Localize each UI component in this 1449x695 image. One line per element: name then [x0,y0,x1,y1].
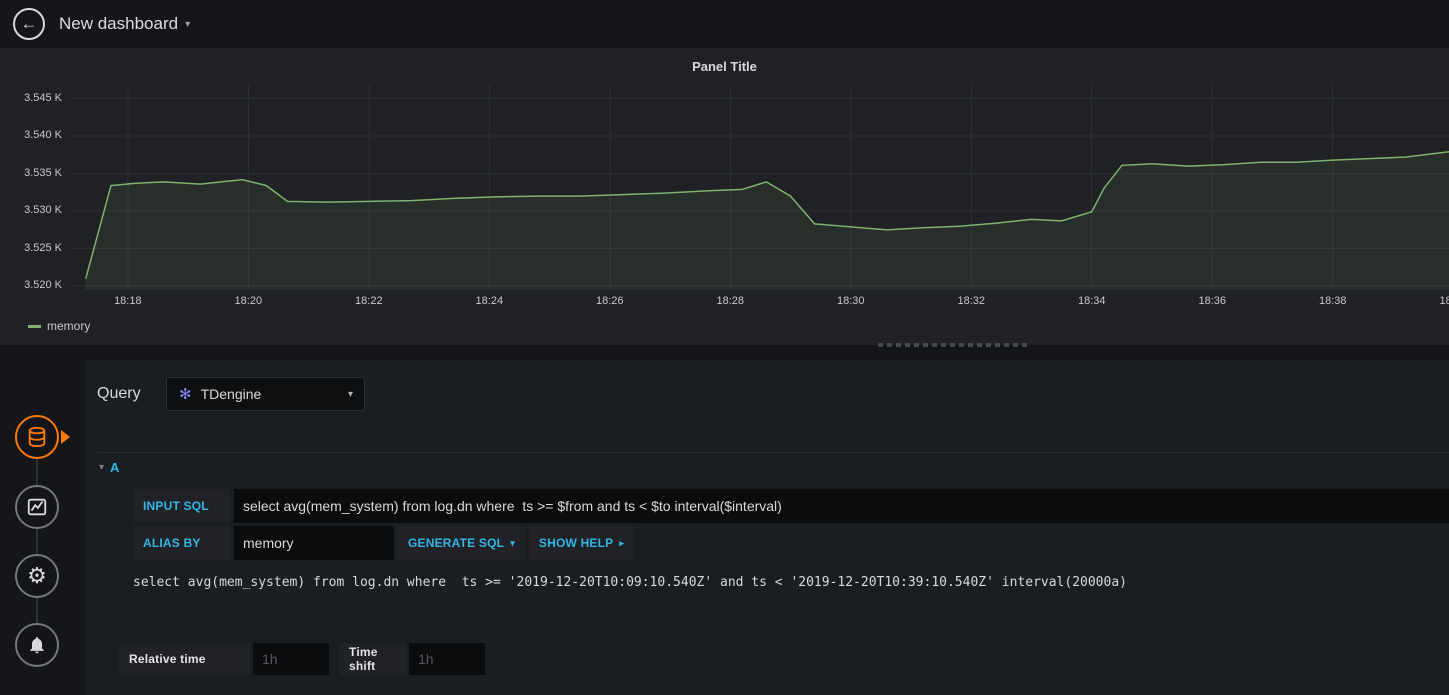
datasource-name: TDengine [200,386,262,402]
x-axis-tick: 18:36 [1198,295,1226,307]
x-axis-tick: 18:38 [1318,295,1347,307]
sidebar-tab-visualization[interactable] [15,485,59,529]
generate-sql-button-label: GENERATE SQL [408,536,505,550]
input-sql-row: INPUT SQL [133,489,1449,523]
x-axis-tick: 18:34 [1077,295,1106,307]
time-shift-field[interactable] [409,643,485,675]
collapse-caret-icon[interactable]: ▾ [99,462,104,473]
y-axis-tick: 3.530 K [24,204,62,217]
alias-by-field[interactable] [234,526,394,560]
chevron-down-icon: ▾ [510,537,515,548]
gear-icon: ⚙︎ [27,563,47,588]
panel-title[interactable]: Panel Title [0,59,1449,74]
generated-sql-text: select avg(mem_system) from log.dn where… [133,575,1127,590]
time-series-chart[interactable] [70,85,1449,290]
sidebar-tab-general[interactable]: ⚙︎ [15,554,59,598]
sidebar-tab-queries[interactable] [15,415,59,459]
input-sql-label: INPUT SQL [133,489,230,523]
tdengine-logo-icon: ✻ [179,386,192,403]
legend-series-color-icon [28,324,41,328]
show-help-button-label: SHOW HELP [538,536,614,550]
active-tab-arrow-icon [61,430,70,444]
chevron-down-icon: ▾ [347,388,353,400]
dashboard-title[interactable]: New dashboard [59,14,178,34]
alias-by-label: ALIAS BY [133,526,230,560]
time-options-row: Relative time Time shift [119,643,485,675]
panel-scroll-indicator[interactable] [878,343,1028,347]
y-axis-tick: 3.535 K [24,166,62,179]
top-navbar: ← New dashboard ▾ [0,0,1449,48]
x-axis-tick: 18:30 [837,295,865,307]
bell-icon [30,637,44,654]
y-axis-tick: 3.520 K [24,279,62,292]
grafana-edit-panel-screen: ← New dashboard ▾ Panel Title 3.545 K 3.5… [0,0,1449,695]
relative-time-field[interactable] [253,643,329,675]
input-sql-field[interactable] [234,489,1449,523]
database-icon [28,426,46,448]
query-section-label: Query [97,385,141,402]
query-ref-row[interactable]: ▾ A [99,460,119,475]
x-axis-tick: 18:28 [716,295,745,307]
sidebar-tab-alert[interactable] [15,623,59,667]
chevron-right-icon: ▸ [619,537,625,548]
y-axis-tick: 3.540 K [24,129,62,142]
x-axis-tick: 18:24 [475,295,504,307]
alias-by-row: ALIAS BY GENERATE SQL ▾ SHOW HELP ▸ [133,526,635,560]
back-arrow-icon: ← [20,14,38,33]
tabs-connector-line [36,437,38,645]
x-axis-tick: 18:32 [957,295,986,307]
legend: memory [28,319,90,333]
relative-time-label: Relative time [119,643,250,675]
graph-panel: Panel Title 3.545 K 3.540 K 3.535 K 3.530 K… [0,48,1449,347]
show-help-button[interactable]: SHOW HELP ▸ [528,526,635,560]
query-divider [97,452,1449,453]
datasource-picker[interactable]: ✻ TDengine ▾ [166,377,365,411]
time-shift-label: Time shift [339,643,406,675]
chevron-down-icon[interactable]: ▾ [185,19,190,30]
x-axis-tick: 18:40 [1439,295,1449,307]
generate-sql-button[interactable]: GENERATE SQL ▾ [398,526,525,560]
y-axis-tick: 3.545 K [24,91,62,104]
x-axis-tick: 18:26 [596,295,624,307]
x-axis-tick: 18:20 [234,295,263,307]
x-axis-tick: 18:22 [355,295,383,307]
y-axis-tick: 3.525 K [24,241,62,254]
query-ref-id[interactable]: A [110,460,119,475]
legend-series-label[interactable]: memory [47,319,90,333]
chart-icon [27,498,47,516]
back-button[interactable]: ← [13,8,45,40]
query-editor: Query ✻ TDengine ▾ ▾ A INPUT SQL ALIAS B… [85,360,1449,695]
x-axis-tick: 18:18 [114,295,142,307]
